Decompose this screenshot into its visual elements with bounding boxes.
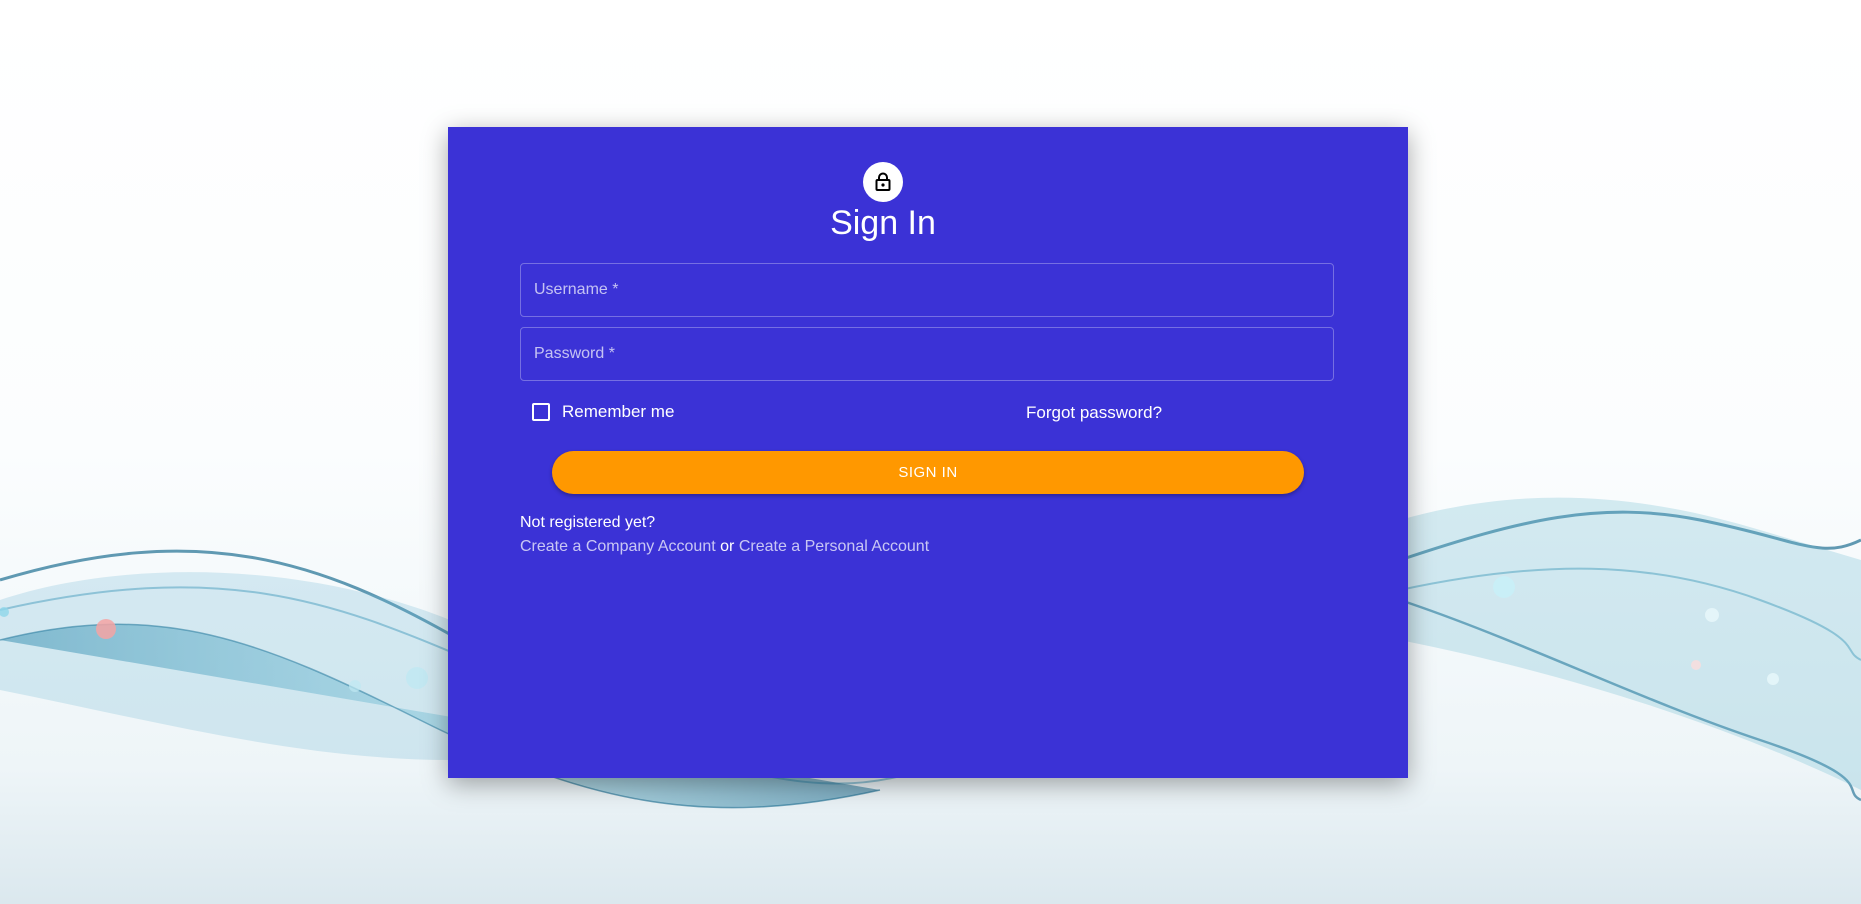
password-field[interactable] bbox=[520, 327, 1334, 381]
username-input[interactable] bbox=[521, 264, 1333, 316]
lock-avatar bbox=[863, 162, 903, 202]
create-personal-account-link[interactable]: Create a Personal Account bbox=[739, 538, 929, 555]
or-separator: or bbox=[720, 538, 735, 555]
sign-in-card: Sign In Remember me Forgot password? SIG… bbox=[448, 127, 1408, 778]
password-input[interactable] bbox=[521, 328, 1333, 380]
remember-me-label: Remember me bbox=[562, 402, 675, 421]
checkbox-box[interactable] bbox=[532, 403, 550, 421]
forgot-password-link[interactable]: Forgot password? bbox=[1026, 403, 1162, 423]
username-field[interactable] bbox=[520, 263, 1334, 317]
sign-in-button[interactable]: SIGN IN bbox=[552, 451, 1304, 494]
lock-icon bbox=[875, 172, 891, 191]
remember-me-checkbox[interactable]: Remember me bbox=[532, 402, 674, 422]
create-account-links: Create a Company Account or Create a Per… bbox=[520, 538, 929, 556]
page-background: Sign In Remember me Forgot password? SIG… bbox=[0, 0, 1861, 904]
page-title: Sign In bbox=[830, 204, 936, 242]
not-registered-text: Not registered yet? bbox=[520, 514, 656, 531]
create-company-account-link[interactable]: Create a Company Account bbox=[520, 538, 716, 555]
